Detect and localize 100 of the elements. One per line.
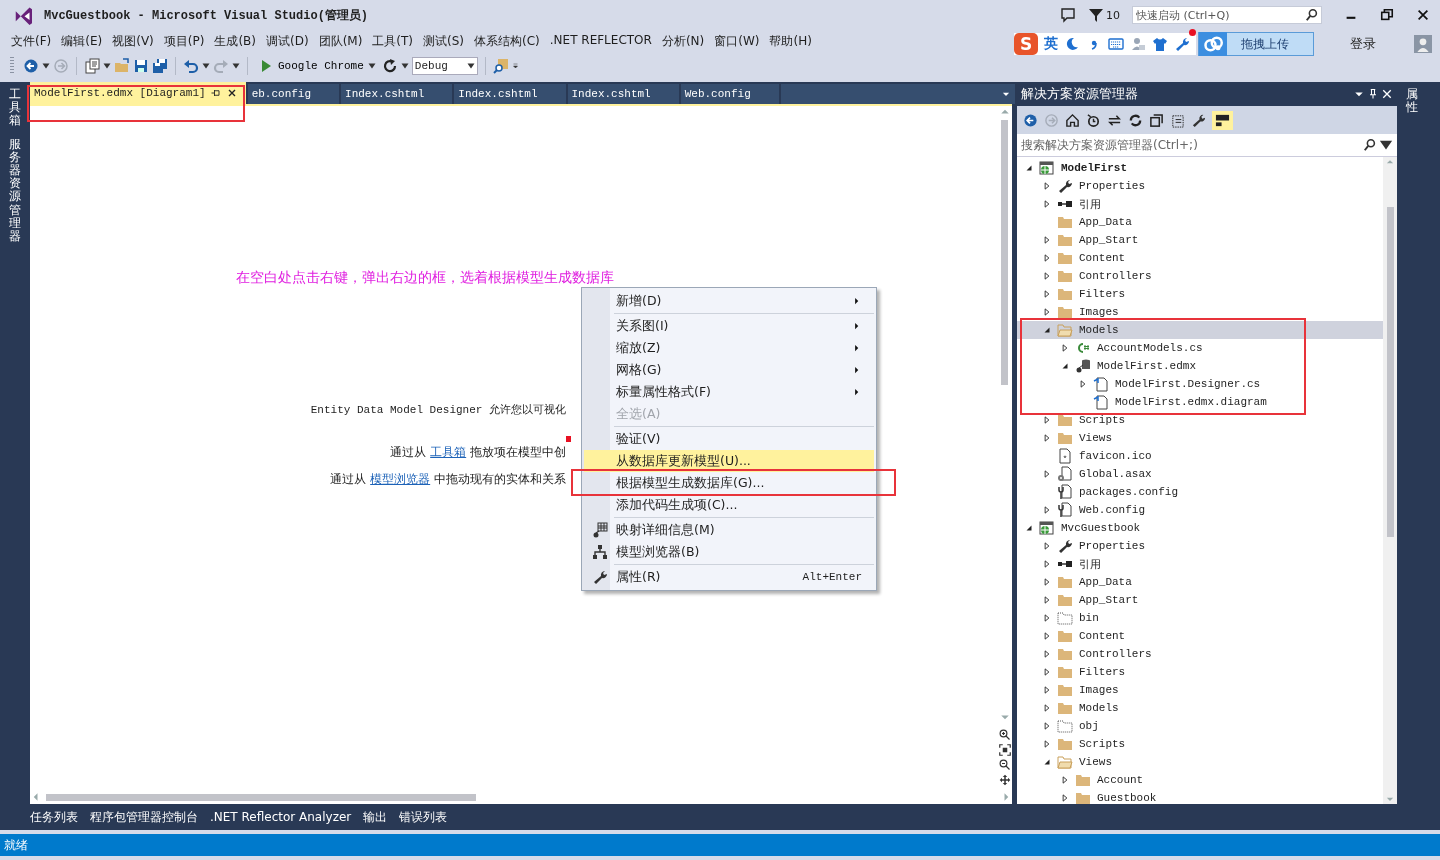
menu-item[interactable]: 调试(D) — [265, 30, 316, 52]
collapse-all-icon[interactable] — [1149, 112, 1164, 128]
tree-item[interactable]: favicon.ico — [1017, 447, 1383, 465]
new-project-icon[interactable] — [84, 58, 100, 74]
menu-item[interactable]: 新增(D) — [584, 290, 874, 312]
tree-item[interactable]: Filters — [1017, 663, 1383, 681]
tree-item[interactable]: Controllers — [1017, 267, 1383, 285]
menu-item[interactable]: 网格(G) — [584, 359, 874, 381]
document-tab[interactable]: Web.config — [680, 84, 779, 104]
tree-item[interactable]: Global.asax — [1017, 465, 1383, 483]
tree-item[interactable]: 引用 — [1017, 555, 1383, 573]
login-link[interactable]: 登录 — [1350, 35, 1376, 53]
tree-item[interactable]: obj — [1017, 717, 1383, 735]
panel-tab[interactable]: 错误列表 — [399, 808, 448, 826]
close-icon[interactable] — [1416, 8, 1430, 22]
tree-item[interactable]: Models — [1017, 321, 1383, 339]
caret-icon[interactable] — [1379, 138, 1393, 152]
tree-item[interactable]: ModelFirst.edmx.diagram — [1017, 393, 1383, 411]
side-tab[interactable]: 属性 — [1406, 88, 1418, 115]
expanded-arrow-icon[interactable] — [1024, 523, 1034, 533]
tree-item[interactable]: Scripts — [1017, 735, 1383, 753]
tree-item[interactable]: App_Data — [1017, 573, 1383, 591]
collapsed-arrow-icon[interactable] — [1078, 379, 1088, 389]
feedback-icon[interactable] — [1060, 7, 1076, 23]
menu-item[interactable]: 缩放(Z) — [584, 337, 874, 359]
tree-item[interactable]: packages.config — [1017, 483, 1383, 501]
filter-icon[interactable] — [1088, 7, 1104, 23]
menu-item[interactable]: 生成(B) — [213, 30, 263, 52]
save-all-icon[interactable] — [152, 58, 168, 74]
menu-item[interactable]: 从数据库更新模型(U)... — [584, 450, 874, 472]
tree-item[interactable]: App_Start — [1017, 591, 1383, 609]
tree-item[interactable]: Content — [1017, 627, 1383, 645]
wrench-icon[interactable] — [1174, 36, 1190, 52]
wrench-icon[interactable] — [1191, 112, 1206, 128]
vertical-scrollbar[interactable] — [1383, 157, 1397, 804]
shirt-icon[interactable] — [1152, 36, 1168, 52]
panel-tab[interactable]: 程序包管理器控制台 — [90, 808, 198, 826]
configuration-dropdown[interactable]: Debug — [411, 57, 478, 75]
caret-icon[interactable] — [103, 62, 111, 70]
preview-toggle[interactable] — [1212, 110, 1233, 130]
find-icon[interactable] — [492, 58, 509, 74]
tree-item[interactable]: Images — [1017, 303, 1383, 321]
document-tab[interactable]: Index.cshtml — [454, 84, 566, 104]
zoom-in-icon[interactable] — [998, 729, 1011, 741]
tree-item[interactable]: Views — [1017, 753, 1383, 771]
panel-tab[interactable]: 输出 — [363, 808, 388, 826]
zoom-fit-icon[interactable] — [998, 744, 1011, 756]
menu-item[interactable]: 模型浏览器(B) — [584, 541, 874, 563]
menu-item[interactable]: 验证(V) — [584, 428, 874, 450]
quick-launch-field[interactable]: 快速启动 (Ctrl+Q) — [1132, 6, 1322, 24]
expanded-arrow-icon[interactable] — [1042, 757, 1052, 767]
save-icon[interactable] — [133, 58, 149, 74]
menu-item[interactable]: 帮助(H) — [768, 30, 819, 52]
tree-item[interactable]: Properties — [1017, 177, 1383, 195]
menu-item[interactable]: 项目(P) — [162, 30, 212, 52]
caret-icon[interactable] — [232, 62, 240, 70]
tree-item[interactable]: Account — [1017, 771, 1383, 789]
undo-icon[interactable] — [183, 58, 199, 74]
home-icon[interactable] — [1065, 112, 1080, 128]
collapsed-arrow-icon[interactable] — [1042, 505, 1052, 515]
tree-item[interactable]: ModelFirst.Designer.cs — [1017, 375, 1383, 393]
menu-item[interactable]: 文件(F) — [10, 30, 59, 52]
menu-item[interactable]: 体系结构(C) — [473, 30, 547, 52]
refresh-icon[interactable] — [381, 58, 398, 74]
tree-item[interactable]: ModelFirst.edmx — [1017, 357, 1383, 375]
caret-icon[interactable] — [202, 62, 210, 70]
tree-item[interactable]: 引用 — [1017, 195, 1383, 213]
history-icon[interactable] — [1086, 112, 1101, 128]
document-tab[interactable]: ModelFirst.edmx [Diagram1] — [30, 82, 246, 104]
ime-mode-toggle[interactable]: 英 — [1044, 35, 1058, 53]
tree-item[interactable]: App_Start — [1017, 231, 1383, 249]
menu-item[interactable]: 标量属性格式(F) — [584, 381, 874, 403]
search-icon[interactable] — [1363, 138, 1377, 152]
move-icon[interactable] — [998, 774, 1011, 786]
menu-item[interactable]: 分析(N) — [660, 30, 712, 52]
menu-item[interactable]: 测试(S) — [422, 30, 472, 52]
expanded-arrow-icon[interactable] — [1042, 325, 1052, 335]
link[interactable]: 工具箱 — [430, 445, 467, 459]
scrollbar-thumb[interactable] — [1386, 207, 1394, 537]
tree-item[interactable]: Content — [1017, 249, 1383, 267]
panel-tab[interactable]: .NET Reflector Analyzer — [210, 810, 352, 824]
tree-item[interactable]: Models — [1017, 699, 1383, 717]
moon-icon[interactable] — [1064, 36, 1080, 52]
scrollbar-thumb[interactable] — [1001, 120, 1008, 385]
tree-item[interactable]: Controllers — [1017, 645, 1383, 663]
menu-item[interactable]: 编辑(E) — [60, 30, 110, 52]
run-button[interactable]: Google Chrome — [255, 58, 379, 74]
toolbar-grip[interactable] — [10, 57, 14, 75]
tree-item[interactable]: AccountModels.cs — [1017, 339, 1383, 357]
back-icon[interactable] — [1023, 112, 1038, 128]
back-icon[interactable] — [23, 58, 39, 74]
tree-item[interactable]: Web.config — [1017, 501, 1383, 519]
overflow-icon[interactable] — [511, 62, 520, 70]
expanded-arrow-icon[interactable] — [1024, 163, 1034, 173]
menu-item[interactable]: 映射详细信息(M) — [584, 519, 874, 541]
tree-item[interactable]: Views — [1017, 429, 1383, 447]
tree-item[interactable]: bin — [1017, 609, 1383, 627]
collapsed-arrow-icon[interactable] — [1060, 343, 1070, 353]
pin-icon[interactable] — [1367, 88, 1379, 100]
link[interactable]: 模型浏览器 — [370, 472, 431, 486]
